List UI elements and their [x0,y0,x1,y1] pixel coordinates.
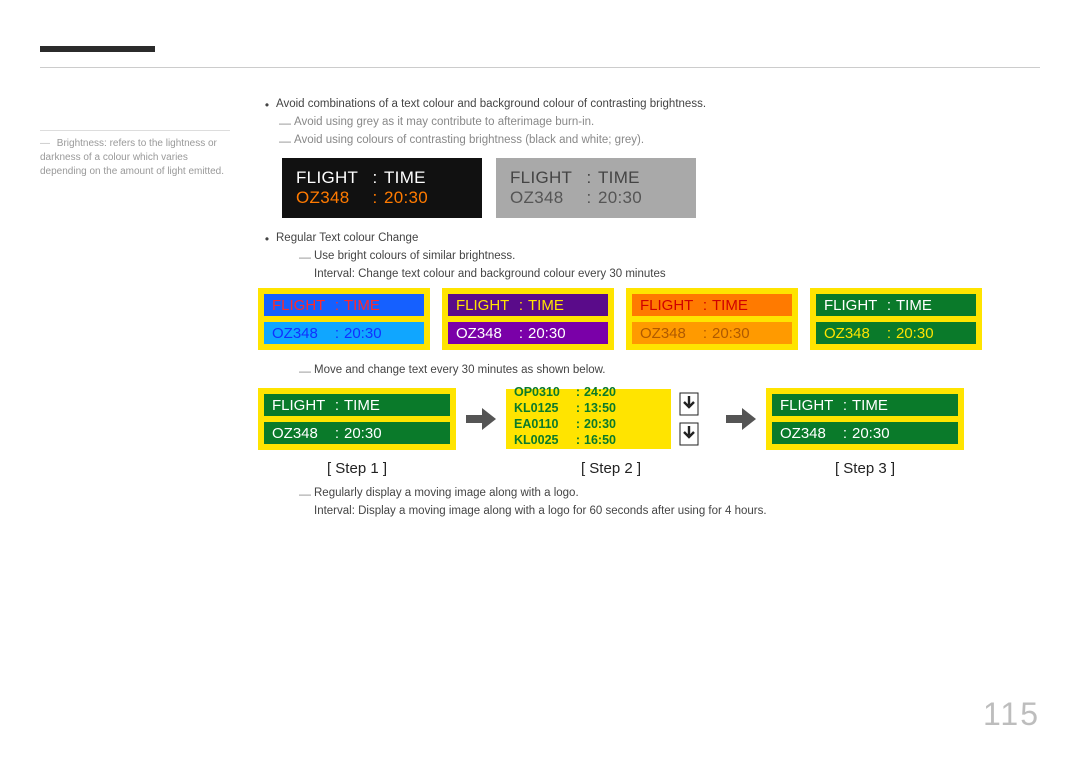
bullet-marker: • [258,98,276,112]
panel-black: FLIGHT : TIME OZ348 : 20:30 [282,158,482,218]
dash-marker: ― [276,116,294,130]
panel-grey: FLIGHT : TIME OZ348 : 20:30 [496,158,696,218]
sidenote-dash: ― [40,138,50,149]
bullet-interval-4hours: Interval: Display a moving image along w… [258,505,988,517]
bullet-move-change: ― Move and change text every 30 minutes … [258,364,988,378]
steps-row: FLIGHT:TIME OZ348:20:30 [ Step 1 ] OP031… [258,388,988,477]
colour-cards-row: FLIGHT:TIME OZ348:20:30 FLIGHT:TIME OZ34… [258,288,988,350]
sidenote-text: Brightness: refers to the lightness or d… [40,138,224,177]
step2-box: OP0310:24:20 KL0125:13:50 EA0110:20:30 K… [506,388,716,477]
card-purple: FLIGHT:TIME OZ348:20:30 [442,288,614,350]
header-accent-bar [40,46,155,52]
card-green: FLIGHT:TIME OZ348:20:30 [810,288,982,350]
bullet-moving-image: ― Regularly display a moving image along… [258,487,988,501]
sidenote-brightness: ― Brightness: refers to the lightness or… [40,130,230,179]
bullet-avoid-contrast: ― Avoid using colours of contrasting bri… [258,134,988,148]
step2-label: [ Step 2 ] [506,460,716,477]
bullet-avoid-grey: ― Avoid using grey as it may contribute … [258,116,988,130]
bullet-interval-30min: Interval: Change text colour and backgro… [258,268,988,280]
bullet-regular-text-change: • Regular Text colour Change [258,232,988,246]
step1-label: [ Step 1 ] [258,460,456,477]
header-rule [40,67,1040,68]
step3-label: [ Step 3 ] [766,460,964,477]
step2-list: OP0310:24:20 KL0125:13:50 EA0110:20:30 K… [506,389,671,449]
down-arrows [679,388,699,450]
arrow-down-icon [679,392,699,416]
card-orange: FLIGHT:TIME OZ348:20:30 [626,288,798,350]
card-blue: FLIGHT:TIME OZ348:20:30 [258,288,430,350]
page-number: 115 [983,696,1040,733]
main-content: • Avoid combinations of a text colour an… [258,98,988,521]
arrow-right-icon [726,388,756,450]
step3-box: FLIGHT:TIME OZ348:20:30 [ Step 3 ] [766,388,964,477]
arrow-down-icon [679,422,699,446]
step1-box: FLIGHT:TIME OZ348:20:30 [ Step 1 ] [258,388,456,477]
example-panels-contrast: FLIGHT : TIME OZ348 : 20:30 FLIGHT : TIM… [282,158,988,218]
bullet-avoid-combinations: • Avoid combinations of a text colour an… [258,98,988,112]
bullet-use-bright: ― Use bright colours of similar brightne… [258,250,988,264]
arrow-right-icon [466,388,496,450]
